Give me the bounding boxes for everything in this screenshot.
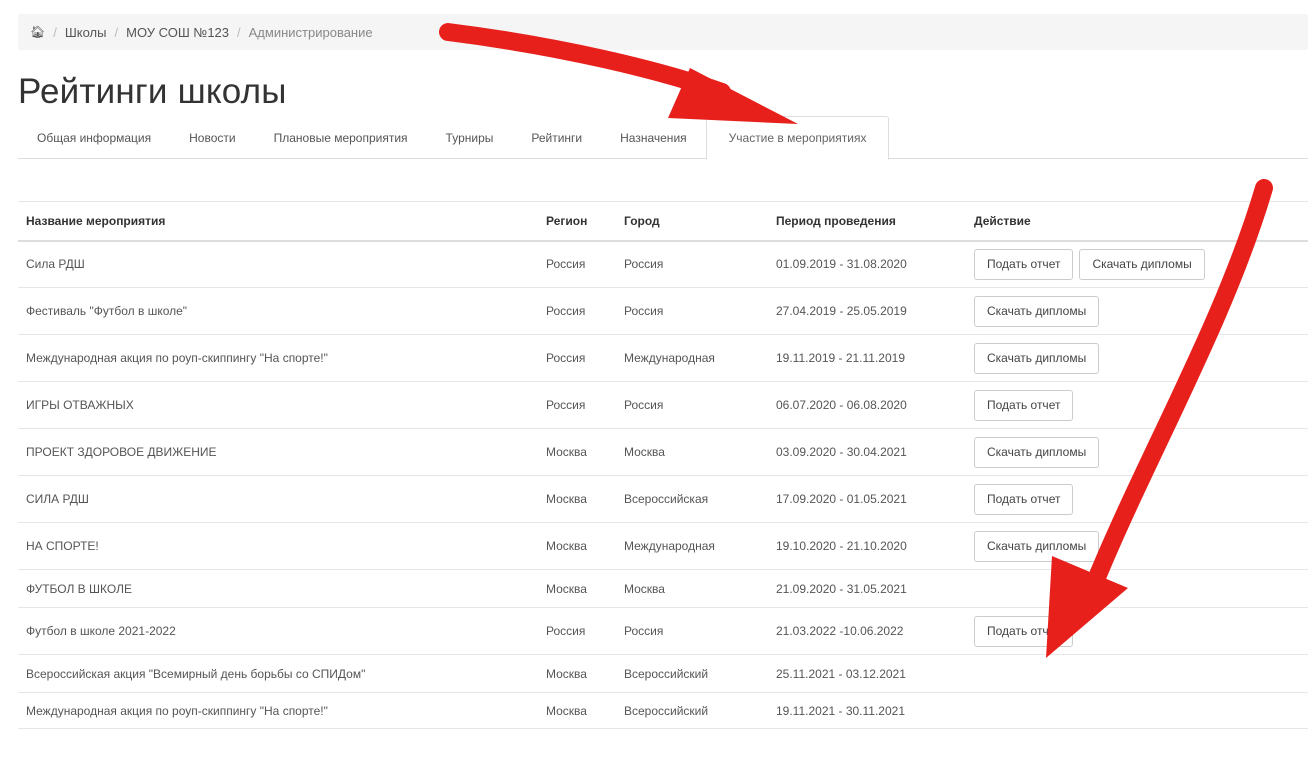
cell-city: Всероссийская <box>616 475 768 523</box>
cell-region: Москва <box>538 569 616 608</box>
cell-city: Москва <box>616 428 768 476</box>
table-row: Международная акция по роуп-скиппингу "Н… <box>18 692 1308 729</box>
cell-region: Москва <box>538 475 616 523</box>
cell-event-name: Всероссийская акция "Всемирный день борь… <box>18 654 538 693</box>
cell-period: 19.10.2020 - 21.10.2020 <box>768 522 966 570</box>
breadcrumb-school[interactable]: МОУ СОШ №123 <box>126 25 229 40</box>
header-city: Город <box>616 201 768 242</box>
submit-report-button[interactable]: Подать отчет <box>974 615 1074 647</box>
home-icon[interactable]: 🏠︎ <box>30 25 45 39</box>
breadcrumb: 🏠︎ / Школы / МОУ СОШ №123 / Администриро… <box>18 14 1308 50</box>
tab-bar: Общая информация Новости Плановые мероприя… <box>18 116 1308 160</box>
cell-event-name: Фестиваль "Футбол в школе" <box>18 287 538 335</box>
cell-period: 19.11.2021 - 30.11.2021 <box>768 692 966 729</box>
cell-actions: Подать отчет Скачать дипломы <box>966 240 1308 288</box>
table-row: ПРОЕКТ ЗДОРОВОЕ ДВИЖЕНИЕ Москва Москва 03.0… <box>18 428 1308 476</box>
cell-event-name: НА СПОРТЕ! <box>18 522 538 570</box>
cell-actions: Подать отчет <box>966 381 1308 429</box>
download-diplomas-button[interactable]: Скачать дипломы <box>1079 248 1205 280</box>
cell-region: Москва <box>538 654 616 693</box>
cell-event-name: Международная акция по роуп-скиппингу "Н… <box>18 334 538 382</box>
cell-city: Москва <box>616 569 768 608</box>
cell-actions: Скачать дипломы <box>966 334 1308 382</box>
cell-event-name: Международная акция по роуп-скиппингу "Н… <box>18 692 538 729</box>
breadcrumb-administration: Администрирование <box>248 24 373 40</box>
cell-city: Россия <box>616 381 768 429</box>
cell-region: Россия <box>538 607 616 655</box>
header-action: Действие <box>966 201 1308 242</box>
breadcrumb-separator: / <box>114 24 119 40</box>
download-diplomas-button[interactable]: Скачать дипломы <box>974 530 1100 562</box>
table-row: СИЛА РДШ Москва Всероссийская 17.09.2020 - … <box>18 475 1308 523</box>
header-event-name: Название мероприятия <box>18 201 538 242</box>
table-row: Футбол в школе 2021-2022 Россия Россия 21.0… <box>18 607 1308 655</box>
cell-period: 21.03.2022 -10.06.2022 <box>768 607 966 655</box>
cell-city: Россия <box>616 607 768 655</box>
breadcrumb-separator: / <box>237 24 241 40</box>
table-row: Фестиваль "Футбол в школе" Россия Россия 27… <box>18 287 1308 335</box>
tab-2[interactable]: Плановые мероприятия <box>255 116 427 159</box>
cell-region: Россия <box>538 334 616 382</box>
breadcrumb-schools[interactable]: Школы <box>65 25 107 40</box>
cell-actions: Скачать дипломы <box>966 428 1308 476</box>
tab-5[interactable]: Назначения <box>601 116 706 159</box>
cell-period: 01.09.2019 - 31.08.2020 <box>768 240 966 288</box>
table-row: ФУТБОЛ В ШКОЛЕ Москва Москва 21.09.2020 - 3… <box>18 569 1308 608</box>
cell-event-name: СИЛА РДШ <box>18 475 538 523</box>
page-title: Рейтинги школы <box>18 72 287 111</box>
events-table: Название мероприятия Регион Город Период… <box>18 201 1308 729</box>
cell-city: Международная <box>616 334 768 382</box>
tab-6[interactable]: Участие в мероприятиях <box>705 116 890 160</box>
tab-0[interactable]: Общая информация <box>18 116 170 159</box>
cell-actions: Скачать дипломы <box>966 522 1308 570</box>
table-row: Всероссийская акция "Всемирный день борь… <box>18 654 1308 693</box>
tab-4[interactable]: Рейтинги <box>512 116 601 159</box>
tab-1[interactable]: Новости <box>170 116 254 159</box>
breadcrumb-separator: / <box>53 24 57 40</box>
header-region: Регион <box>538 201 616 242</box>
cell-region: Москва <box>538 428 616 476</box>
cell-region: Москва <box>538 522 616 570</box>
cell-city: Всероссийский <box>616 692 768 729</box>
cell-region: Москва <box>538 692 616 729</box>
cell-event-name: ПРОЕКТ ЗДОРОВОЕ ДВИЖЕНИЕ <box>18 428 538 476</box>
cell-region: Россия <box>538 240 616 288</box>
cell-period: 03.09.2020 - 30.04.2021 <box>768 428 966 476</box>
table-row: ИГРЫ ОТВАЖНЫХ Россия Россия 06.07.2020 - 06… <box>18 381 1308 429</box>
submit-report-button[interactable]: Подать отчет <box>974 483 1074 515</box>
cell-period: 25.11.2021 - 03.12.2021 <box>768 654 966 693</box>
cell-period: 06.07.2020 - 06.08.2020 <box>768 381 966 429</box>
cell-period: 17.09.2020 - 01.05.2021 <box>768 475 966 523</box>
table-row: НА СПОРТЕ! Москва Международная 19.10.2020 … <box>18 522 1308 570</box>
cell-period: 27.04.2019 - 25.05.2019 <box>768 287 966 335</box>
cell-actions <box>966 569 1308 608</box>
table-row: Международная акция по роуп-скиппингу "Н… <box>18 334 1308 382</box>
cell-city: Россия <box>616 287 768 335</box>
table-header-row: Название мероприятия Регион Город Период… <box>18 201 1308 242</box>
cell-city: Россия <box>616 240 768 288</box>
cell-region: Россия <box>538 287 616 335</box>
cell-actions: Скачать дипломы <box>966 287 1308 335</box>
cell-actions <box>966 654 1308 693</box>
table-row: Сила РДШ Россия Россия 01.09.2019 - 31.08.2… <box>18 240 1308 288</box>
submit-report-button[interactable]: Подать отчет <box>974 389 1074 421</box>
cell-actions: Подать отчет <box>966 607 1308 655</box>
tab-3[interactable]: Турниры <box>427 116 513 159</box>
cell-actions <box>966 692 1308 729</box>
cell-city: Международная <box>616 522 768 570</box>
download-diplomas-button[interactable]: Скачать дипломы <box>974 436 1100 468</box>
cell-period: 19.11.2019 - 21.11.2019 <box>768 334 966 382</box>
cell-region: Россия <box>538 381 616 429</box>
cell-period: 21.09.2020 - 31.05.2021 <box>768 569 966 608</box>
download-diplomas-button[interactable]: Скачать дипломы <box>974 342 1100 374</box>
submit-report-button[interactable]: Подать отчет <box>974 248 1074 280</box>
cell-event-name: ФУТБОЛ В ШКОЛЕ <box>18 569 538 608</box>
cell-event-name: Сила РДШ <box>18 240 538 288</box>
cell-event-name: Футбол в школе 2021-2022 <box>18 607 538 655</box>
cell-actions: Подать отчет <box>966 475 1308 523</box>
cell-city: Всероссийский <box>616 654 768 693</box>
header-period: Период проведения <box>768 201 966 242</box>
cell-event-name: ИГРЫ ОТВАЖНЫХ <box>18 381 538 429</box>
download-diplomas-button[interactable]: Скачать дипломы <box>974 295 1100 327</box>
